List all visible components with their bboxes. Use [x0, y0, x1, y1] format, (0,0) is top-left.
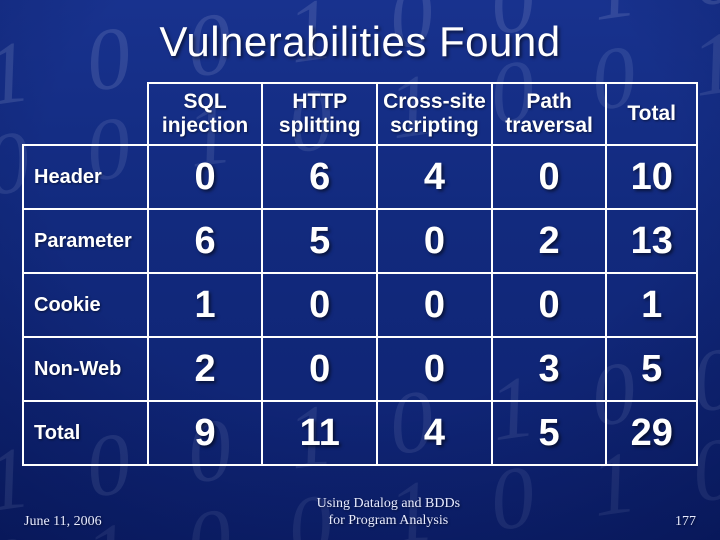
cell: 0 [262, 273, 377, 337]
cell: 9 [148, 401, 263, 465]
cell: 5 [262, 209, 377, 273]
col-header: Pathtraversal [492, 83, 607, 145]
table-row: Non-Web 2 0 0 3 5 [23, 337, 697, 401]
cell: 29 [606, 401, 697, 465]
table-row-total: Total 9 11 4 5 29 [23, 401, 697, 465]
cell: 0 [377, 209, 492, 273]
cell: 1 [606, 273, 697, 337]
footer-date: June 11, 2006 [24, 514, 102, 530]
table-row: Parameter 6 5 0 2 13 [23, 209, 697, 273]
cell: 3 [492, 337, 607, 401]
table-corner-blank [23, 83, 148, 145]
cell: 4 [377, 145, 492, 209]
table-row: Cookie 1 0 0 0 1 [23, 273, 697, 337]
row-label: Cookie [23, 273, 148, 337]
cell: 2 [492, 209, 607, 273]
cell: 0 [148, 145, 263, 209]
col-header: Total [606, 83, 697, 145]
col-header: SQLinjection [148, 83, 263, 145]
slide-title: Vulnerabilities Found [28, 18, 692, 66]
cell: 6 [262, 145, 377, 209]
row-label: Header [23, 145, 148, 209]
cell: 4 [377, 401, 492, 465]
cell: 5 [606, 337, 697, 401]
table-header-row: SQLinjection HTTPsplitting Cross-sitescr… [23, 83, 697, 145]
row-label: Non-Web [23, 337, 148, 401]
col-header: HTTPsplitting [262, 83, 377, 145]
cell: 0 [377, 337, 492, 401]
cell: 0 [492, 273, 607, 337]
cell: 13 [606, 209, 697, 273]
footer-center-line1: Using Datalog and BDDs [317, 496, 461, 511]
footer-center-line2: for Program Analysis [328, 513, 448, 528]
col-header: Cross-sitescripting [377, 83, 492, 145]
cell: 2 [148, 337, 263, 401]
cell: 10 [606, 145, 697, 209]
table-row: Header 0 6 4 0 10 [23, 145, 697, 209]
cell: 1 [148, 273, 263, 337]
row-label: Parameter [23, 209, 148, 273]
cell: 0 [492, 145, 607, 209]
slide: Vulnerabilities Found SQLinjection HTTPs… [0, 0, 720, 540]
cell: 0 [262, 337, 377, 401]
vulnerability-table: SQLinjection HTTPsplitting Cross-sitescr… [22, 82, 698, 466]
row-label: Total [23, 401, 148, 465]
cell: 11 [262, 401, 377, 465]
slide-footer: June 11, 2006 Using Datalog and BDDs for… [0, 496, 720, 530]
footer-center: Using Datalog and BDDs for Program Analy… [317, 496, 461, 530]
cell: 5 [492, 401, 607, 465]
footer-page-number: 177 [675, 514, 696, 530]
cell: 6 [148, 209, 263, 273]
cell: 0 [377, 273, 492, 337]
